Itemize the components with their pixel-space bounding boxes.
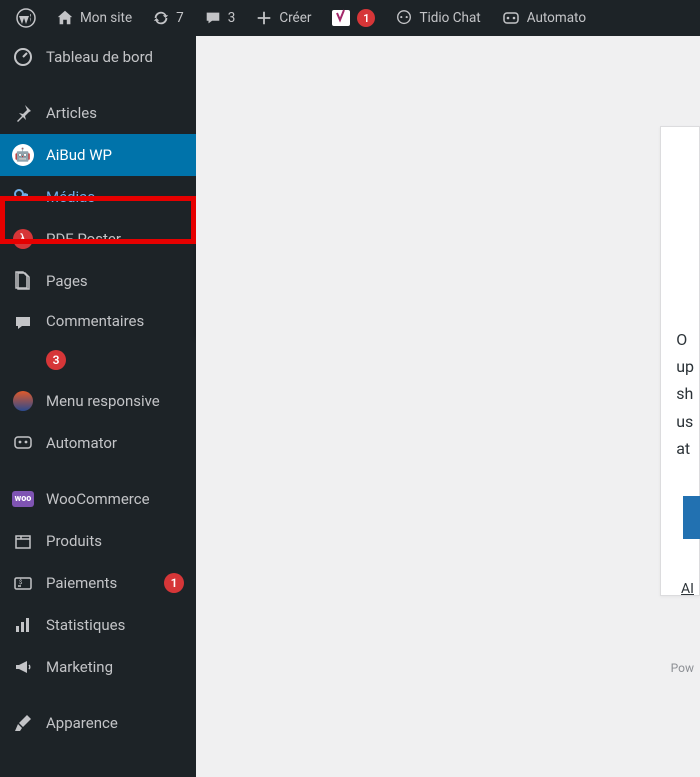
menu-label: Apparence <box>46 714 184 732</box>
aibud-icon: 🤖 <box>12 144 34 166</box>
wp-logo[interactable] <box>8 0 44 36</box>
menu-comments[interactable]: Commentaires 3 <box>0 302 196 380</box>
pages-icon <box>12 270 34 292</box>
chat-icon <box>395 9 413 27</box>
menu-label: Paiements <box>46 574 152 592</box>
menu-label: AiBud WP <box>46 146 184 164</box>
menu-pdfposter[interactable]: λ PDF Poster <box>0 218 196 260</box>
home-icon <box>56 9 74 27</box>
media-icon <box>12 186 34 208</box>
menu-woocommerce[interactable]: woo WooCommerce <box>0 478 196 520</box>
svg-text:$: $ <box>19 579 23 586</box>
automator-top-link[interactable]: Automato <box>493 0 594 36</box>
site-home[interactable]: Mon site <box>48 0 140 36</box>
updates-count: 7 <box>176 10 184 26</box>
menu-aibud[interactable]: 🤖 AiBud WP <box>0 134 196 176</box>
create-label: Créer <box>279 10 311 26</box>
partial-text: sh <box>676 380 694 407</box>
megaphone-icon <box>12 656 34 678</box>
menu-dashboard[interactable]: Tableau de bord <box>0 36 196 78</box>
tidio-link[interactable]: Tidio Chat <box>387 0 488 36</box>
payments-badge: 1 <box>164 573 184 593</box>
comments-link[interactable]: 3 <box>196 0 244 36</box>
menu-label: Tableau de bord <box>46 48 184 66</box>
menu-payments[interactable]: $ Paiements 1 <box>0 562 196 604</box>
tidio-label: Tidio Chat <box>419 10 480 26</box>
updates-link[interactable]: 7 <box>144 0 192 36</box>
yoast-icon <box>331 8 351 28</box>
menu-medias[interactable]: Médias <box>0 176 196 218</box>
partial-text: us <box>676 408 694 435</box>
wordpress-icon <box>16 8 36 28</box>
robot-icon <box>12 432 34 454</box>
menu-responsive[interactable]: Menu responsive <box>0 380 196 422</box>
menu-label: Automator <box>46 434 184 452</box>
robot-icon <box>501 9 521 27</box>
create-link[interactable]: Créer <box>247 0 319 36</box>
site-name: Mon site <box>80 10 132 26</box>
brush-icon <box>12 712 34 734</box>
woocommerce-icon: woo <box>12 488 34 510</box>
menu-responsive-icon <box>12 390 34 412</box>
partial-text: at <box>676 435 694 462</box>
menu-appearance[interactable]: Apparence <box>0 702 196 744</box>
pdf-icon: λ <box>12 228 34 250</box>
refresh-icon <box>152 9 170 27</box>
menu-statistics[interactable]: Statistiques <box>0 604 196 646</box>
menu-label: Menu responsive <box>46 392 184 410</box>
content-area: O up sh us at AI Pow <box>196 36 700 777</box>
admin-sidebar: Tableau de bord Articles 🤖 AiBud WP Médi… <box>0 36 196 777</box>
comments-count: 3 <box>228 10 236 26</box>
menu-articles[interactable]: Articles <box>0 92 196 134</box>
dashboard-icon <box>12 46 34 68</box>
card-icon: $ <box>12 572 34 594</box>
bars-icon <box>12 614 34 636</box>
menu-label: Articles <box>46 104 184 122</box>
partial-text: up <box>676 353 694 380</box>
comment-icon <box>12 312 34 334</box>
menu-pages[interactable]: Pages <box>0 260 196 302</box>
menu-label: Marketing <box>46 658 184 676</box>
menu-label: Statistiques <box>46 616 184 634</box>
admin-bar: Mon site 7 3 Créer 1 Tidio Chat Automa <box>0 0 700 36</box>
menu-products[interactable]: Produits <box>0 520 196 562</box>
comment-icon <box>204 9 222 27</box>
yoast-link[interactable]: 1 <box>323 0 383 36</box>
menu-label: WooCommerce <box>46 490 184 508</box>
partial-footer: Pow <box>671 661 694 675</box>
comments-badge: 3 <box>46 350 66 370</box>
menu-label: Pages <box>46 272 184 290</box>
pin-icon <box>12 102 34 124</box>
partial-button[interactable] <box>683 496 700 539</box>
partial-link[interactable]: AI <box>681 581 694 597</box>
automator-top-label: Automato <box>527 10 586 26</box>
menu-automator[interactable]: Automator <box>0 422 196 464</box>
plus-icon <box>255 9 273 27</box>
menu-label: PDF Poster <box>46 230 184 248</box>
menu-label: Produits <box>46 532 184 550</box>
menu-marketing[interactable]: Marketing <box>0 646 196 688</box>
partial-text: O <box>676 326 694 353</box>
menu-label: Médias <box>46 188 184 206</box>
menu-label: Commentaires <box>46 312 184 330</box>
yoast-badge: 1 <box>357 9 375 27</box>
box-icon <box>12 530 34 552</box>
